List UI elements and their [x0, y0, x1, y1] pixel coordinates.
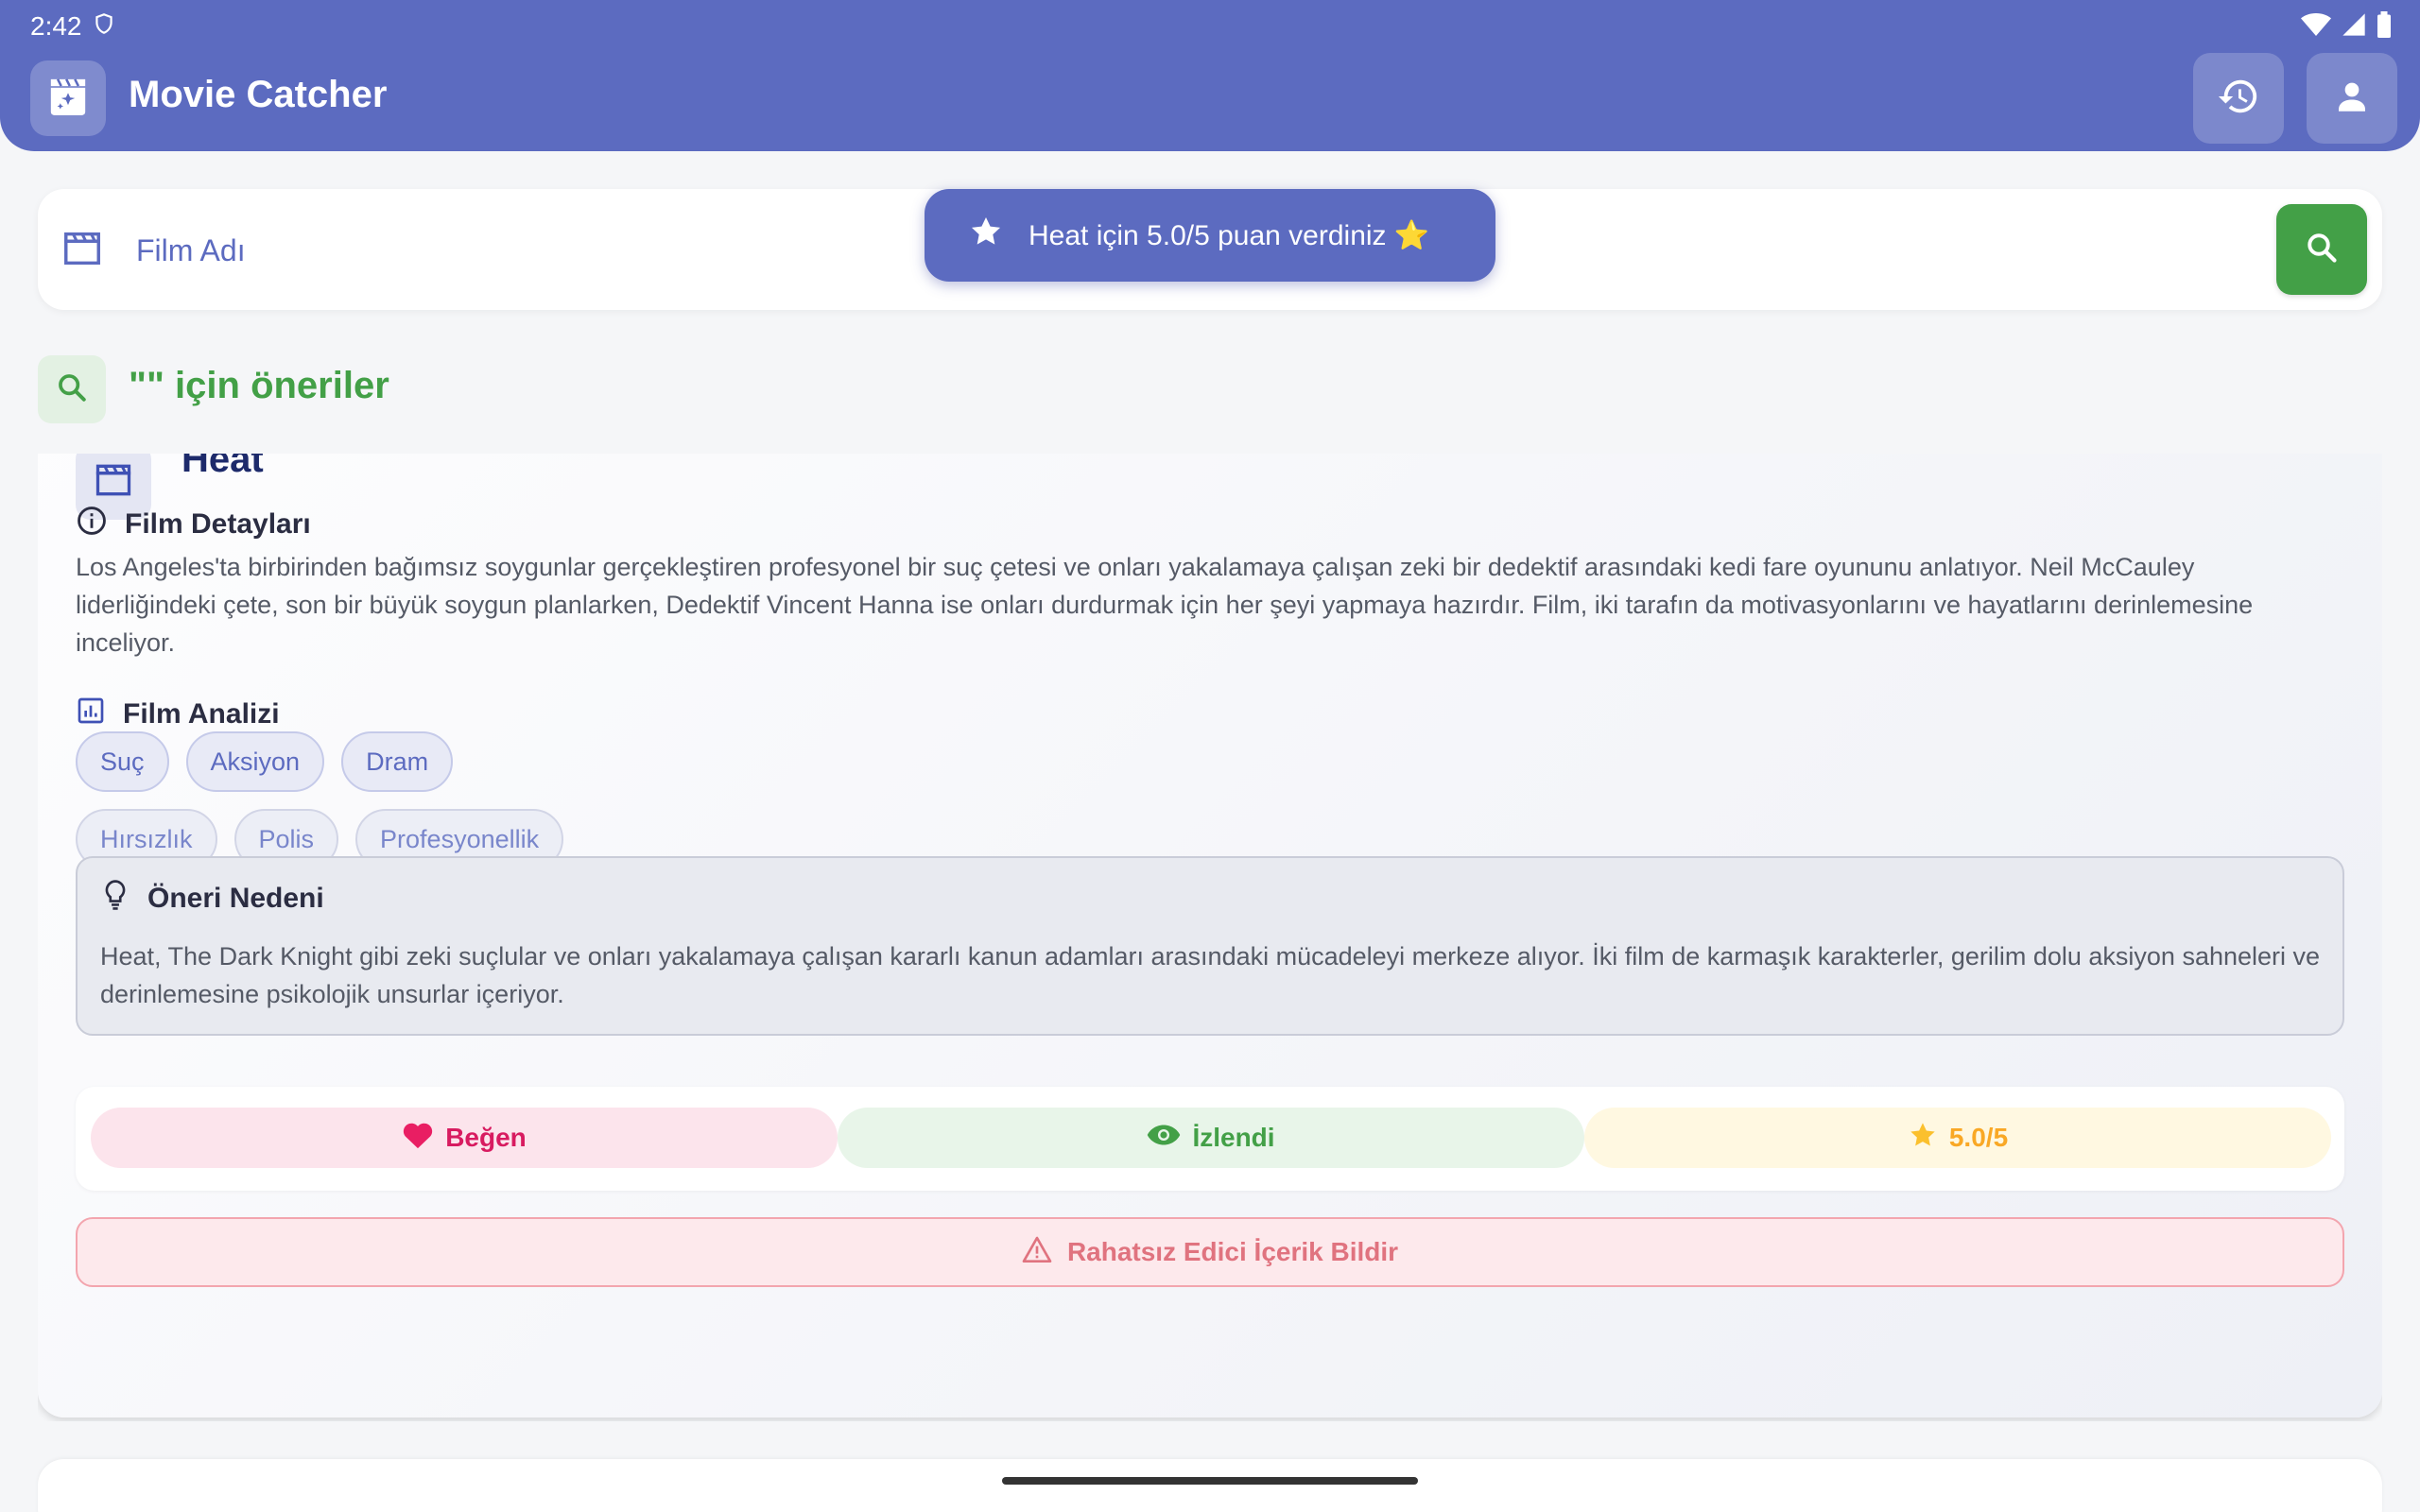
search-button[interactable]	[2276, 204, 2367, 295]
movie-icon	[60, 227, 104, 275]
details-header: Film Detayları	[76, 505, 311, 544]
reason-header: Öneri Nedeni	[100, 879, 324, 919]
battery-icon	[2377, 10, 2392, 43]
signal-icon	[2341, 11, 2367, 43]
genre-chips: Suç Aksiyon Dram	[76, 731, 2325, 792]
app-bar: 2:42 Movie Catcher	[0, 0, 2420, 151]
watched-label: İzlendi	[1192, 1123, 1275, 1152]
movie-title: Heat	[182, 454, 264, 480]
reason-text: Heat, The Dark Knight gibi zeki suçlular…	[100, 942, 2321, 1008]
action-bar: Beğen İzlendi 5.0/5	[76, 1087, 2344, 1191]
heart-icon	[402, 1120, 434, 1157]
watched-button[interactable]: İzlendi	[838, 1108, 1584, 1168]
suggestions-icon-box	[38, 355, 106, 423]
suggestions-title: "" için öneriler	[129, 365, 389, 406]
analytics-icon	[76, 696, 106, 733]
star-icon	[1908, 1120, 1938, 1157]
toast-text: Heat için 5.0/5 puan verdiniz ⭐	[1028, 219, 1430, 251]
like-button[interactable]: Beğen	[91, 1108, 838, 1168]
search-icon	[2305, 231, 2339, 269]
genre-chip: Suç	[76, 731, 169, 792]
movie-description: Los Angeles'ta birbirinden bağımsız soyg…	[76, 553, 2254, 657]
profile-button[interactable]	[2307, 53, 2397, 144]
rating-button[interactable]: 5.0/5	[1584, 1108, 2331, 1168]
rating-toast: Heat için 5.0/5 puan verdiniz ⭐	[925, 189, 1495, 282]
app-logo	[30, 60, 106, 136]
analysis-label: Film Analizi	[123, 698, 280, 730]
star-icon	[968, 214, 1004, 257]
movie-sparkle-icon	[47, 77, 89, 120]
analysis-header: Film Analizi	[76, 696, 280, 733]
status-icons	[2301, 8, 2392, 45]
rating-label: 5.0/5	[1948, 1123, 2009, 1152]
warning-icon	[1022, 1235, 1052, 1270]
movie-list[interactable]: Heat Film Detayları Los Angeles'ta birbi…	[38, 454, 2382, 1421]
movie-card: Heat Film Detayları Los Angeles'ta birbi…	[38, 454, 2382, 1418]
shield-icon	[92, 10, 116, 43]
search-icon	[56, 371, 88, 408]
status-time: 2:42	[30, 11, 82, 41]
report-content-button[interactable]: Rahatsız Edici İçerik Bildir	[76, 1217, 2344, 1287]
reason-label: Öneri Nedeni	[147, 883, 324, 914]
recommendation-reason: Öneri Nedeni Heat, The Dark Knight gibi …	[76, 856, 2344, 1036]
report-label: Rahatsız Edici İçerik Bildir	[1066, 1237, 1399, 1266]
app-title: Movie Catcher	[129, 74, 388, 115]
like-label: Beğen	[445, 1123, 527, 1152]
genre-chip: Aksiyon	[185, 731, 325, 792]
home-indicator[interactable]	[1002, 1477, 1418, 1485]
status-bar: 2:42	[30, 8, 116, 45]
lightbulb-icon	[100, 879, 130, 919]
history-button[interactable]	[2193, 53, 2284, 144]
history-icon	[2217, 75, 2260, 123]
genre-chip: Dram	[341, 731, 454, 792]
next-movie-card	[38, 1459, 2382, 1512]
info-icon	[76, 505, 108, 544]
details-label: Film Detayları	[125, 508, 311, 540]
eye-icon	[1147, 1122, 1181, 1155]
person-icon	[2332, 77, 2372, 121]
movie-icon	[93, 459, 134, 506]
wifi-icon	[2301, 11, 2331, 43]
